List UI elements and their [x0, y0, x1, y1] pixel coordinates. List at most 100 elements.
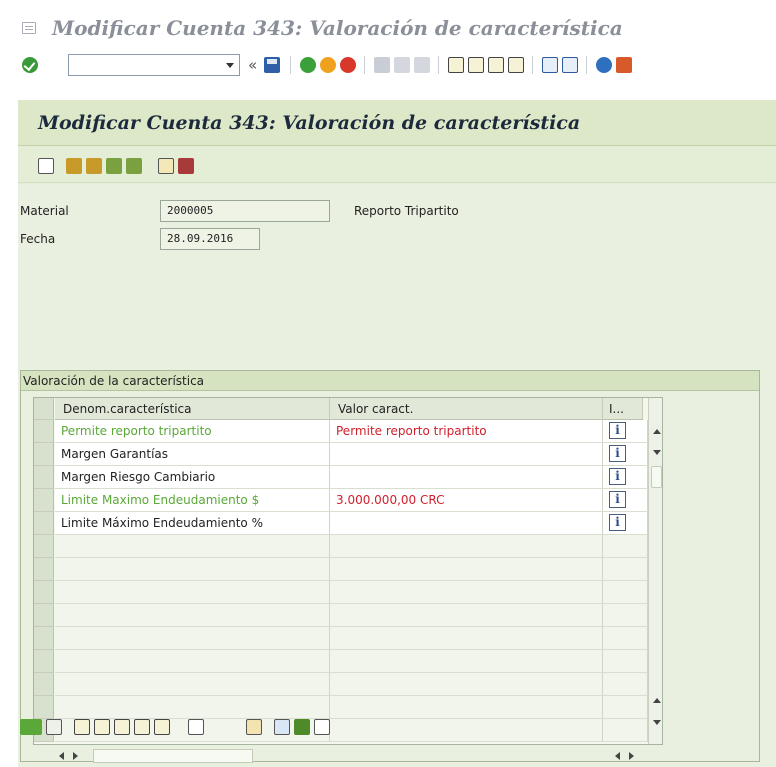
empty-cell [55, 558, 330, 581]
fecha-label: Fecha [20, 232, 56, 246]
documents-icon[interactable] [314, 719, 330, 735]
find-icon[interactable] [394, 57, 410, 73]
scroll-down-icon[interactable] [653, 450, 661, 455]
overview-icon[interactable] [20, 719, 42, 735]
row-selector[interactable] [34, 673, 54, 696]
hierarchy-expand-icon[interactable] [86, 158, 102, 174]
row-selector[interactable] [34, 443, 54, 466]
empty-cell [55, 535, 330, 558]
empty-cell [603, 650, 648, 673]
enter-icon[interactable] [22, 57, 38, 73]
scroll-left-right-icon[interactable] [615, 752, 620, 760]
table-settings-icon[interactable] [188, 719, 204, 735]
chevron-down-icon[interactable] [221, 55, 239, 75]
row-selector[interactable] [34, 581, 54, 604]
row-selector[interactable] [34, 420, 54, 443]
delete-icon[interactable] [178, 158, 194, 174]
empty-cell [55, 627, 330, 650]
window-title-bar: Modificar Cuenta 343: Valoración de cara… [0, 0, 776, 48]
empty-cell [330, 581, 603, 604]
table-horizontal-scrollbar[interactable] [33, 749, 663, 763]
menu-icon[interactable] [22, 22, 36, 34]
shortcut-icon[interactable] [562, 57, 578, 73]
previous-icon[interactable] [94, 719, 110, 735]
empty-cell [603, 558, 648, 581]
characteristic-value-cell[interactable] [330, 443, 603, 466]
characteristic-value-cell[interactable] [330, 466, 603, 489]
system-toolbar: « [0, 48, 776, 82]
application-title-bar: Modificar Cuenta 343: Valoración de cara… [18, 100, 776, 146]
print-icon[interactable] [374, 57, 390, 73]
last-icon[interactable] [134, 719, 150, 735]
info-icon[interactable]: i [609, 468, 626, 485]
material-field[interactable]: 2000005 [160, 200, 330, 222]
scroll-thumb[interactable] [651, 466, 662, 488]
find-next-icon[interactable] [414, 57, 430, 73]
back-icon[interactable] [300, 57, 316, 73]
characteristic-value-icon[interactable] [126, 158, 142, 174]
row-selector[interactable] [34, 558, 54, 581]
row-selector[interactable] [34, 650, 54, 673]
next-page-icon[interactable] [488, 57, 504, 73]
empty-cell [55, 581, 330, 604]
empty-cell [330, 673, 603, 696]
info-icon[interactable]: i [609, 514, 626, 531]
characteristic-icon[interactable] [106, 158, 122, 174]
table-vertical-scrollbar[interactable] [648, 398, 662, 744]
characteristic-name-cell: Permite reporto tripartito [55, 420, 330, 443]
last-page-icon[interactable] [508, 57, 524, 73]
column-header-info[interactable]: I... [603, 398, 643, 420]
prev-page-icon[interactable] [468, 57, 484, 73]
scroll-right-right-icon[interactable] [629, 752, 634, 760]
row-selector[interactable] [34, 627, 54, 650]
fecha-field[interactable]: 28.09.2016 [160, 228, 260, 250]
info-icon[interactable]: i [609, 491, 626, 508]
row-selector[interactable] [34, 535, 54, 558]
select-all-cell[interactable] [34, 398, 54, 420]
cancel-icon[interactable] [340, 57, 356, 73]
info-cell: i [603, 512, 648, 535]
bottom-toolbar [18, 712, 776, 742]
horizontal-scroll-thumb[interactable] [93, 749, 253, 763]
info-icon[interactable]: i [609, 445, 626, 462]
row-selector[interactable] [34, 604, 54, 627]
empty-cell [55, 673, 330, 696]
empty-cell [330, 650, 603, 673]
select-icon[interactable] [154, 719, 170, 735]
empty-cell [603, 627, 648, 650]
find-icon[interactable] [246, 719, 262, 735]
copy-icon[interactable] [158, 158, 174, 174]
back-history-button[interactable]: « [248, 56, 257, 74]
characteristic-value-cell[interactable]: Permite reporto tripartito [330, 420, 603, 443]
scroll-right-icon[interactable] [73, 752, 78, 760]
info-cell: i [603, 489, 648, 512]
info-icon[interactable]: i [609, 422, 626, 439]
command-field[interactable] [68, 54, 240, 76]
next-icon[interactable] [114, 719, 130, 735]
column-header-name[interactable]: Denom.característica [55, 398, 330, 420]
row-selector[interactable] [34, 512, 54, 535]
scroll-up-icon[interactable] [653, 429, 661, 434]
scroll-up-bottom-icon[interactable] [653, 698, 661, 703]
characteristic-value-cell[interactable]: 3.000.000,00 CRC [330, 489, 603, 512]
save-icon[interactable] [264, 57, 280, 73]
change-layout-icon[interactable] [274, 719, 290, 735]
new-session-icon[interactable] [542, 57, 558, 73]
lock-icon[interactable] [46, 719, 62, 735]
hierarchy-icon[interactable] [66, 158, 82, 174]
help-icon[interactable] [596, 57, 612, 73]
release-icon[interactable] [294, 719, 310, 735]
scroll-left-icon[interactable] [59, 752, 64, 760]
customize-layout-icon[interactable] [616, 57, 632, 73]
form-area: Material 2000005 Reporto Tripartito Fech… [18, 184, 776, 767]
first-icon[interactable] [74, 719, 90, 735]
empty-cell [603, 581, 648, 604]
row-selector[interactable] [34, 489, 54, 512]
characteristic-value-cell[interactable] [330, 512, 603, 535]
empty-cell [603, 535, 648, 558]
first-page-icon[interactable] [448, 57, 464, 73]
column-header-value[interactable]: Valor caract. [330, 398, 603, 420]
new-document-icon[interactable] [38, 158, 54, 174]
row-selector[interactable] [34, 466, 54, 489]
exit-icon[interactable] [320, 57, 336, 73]
